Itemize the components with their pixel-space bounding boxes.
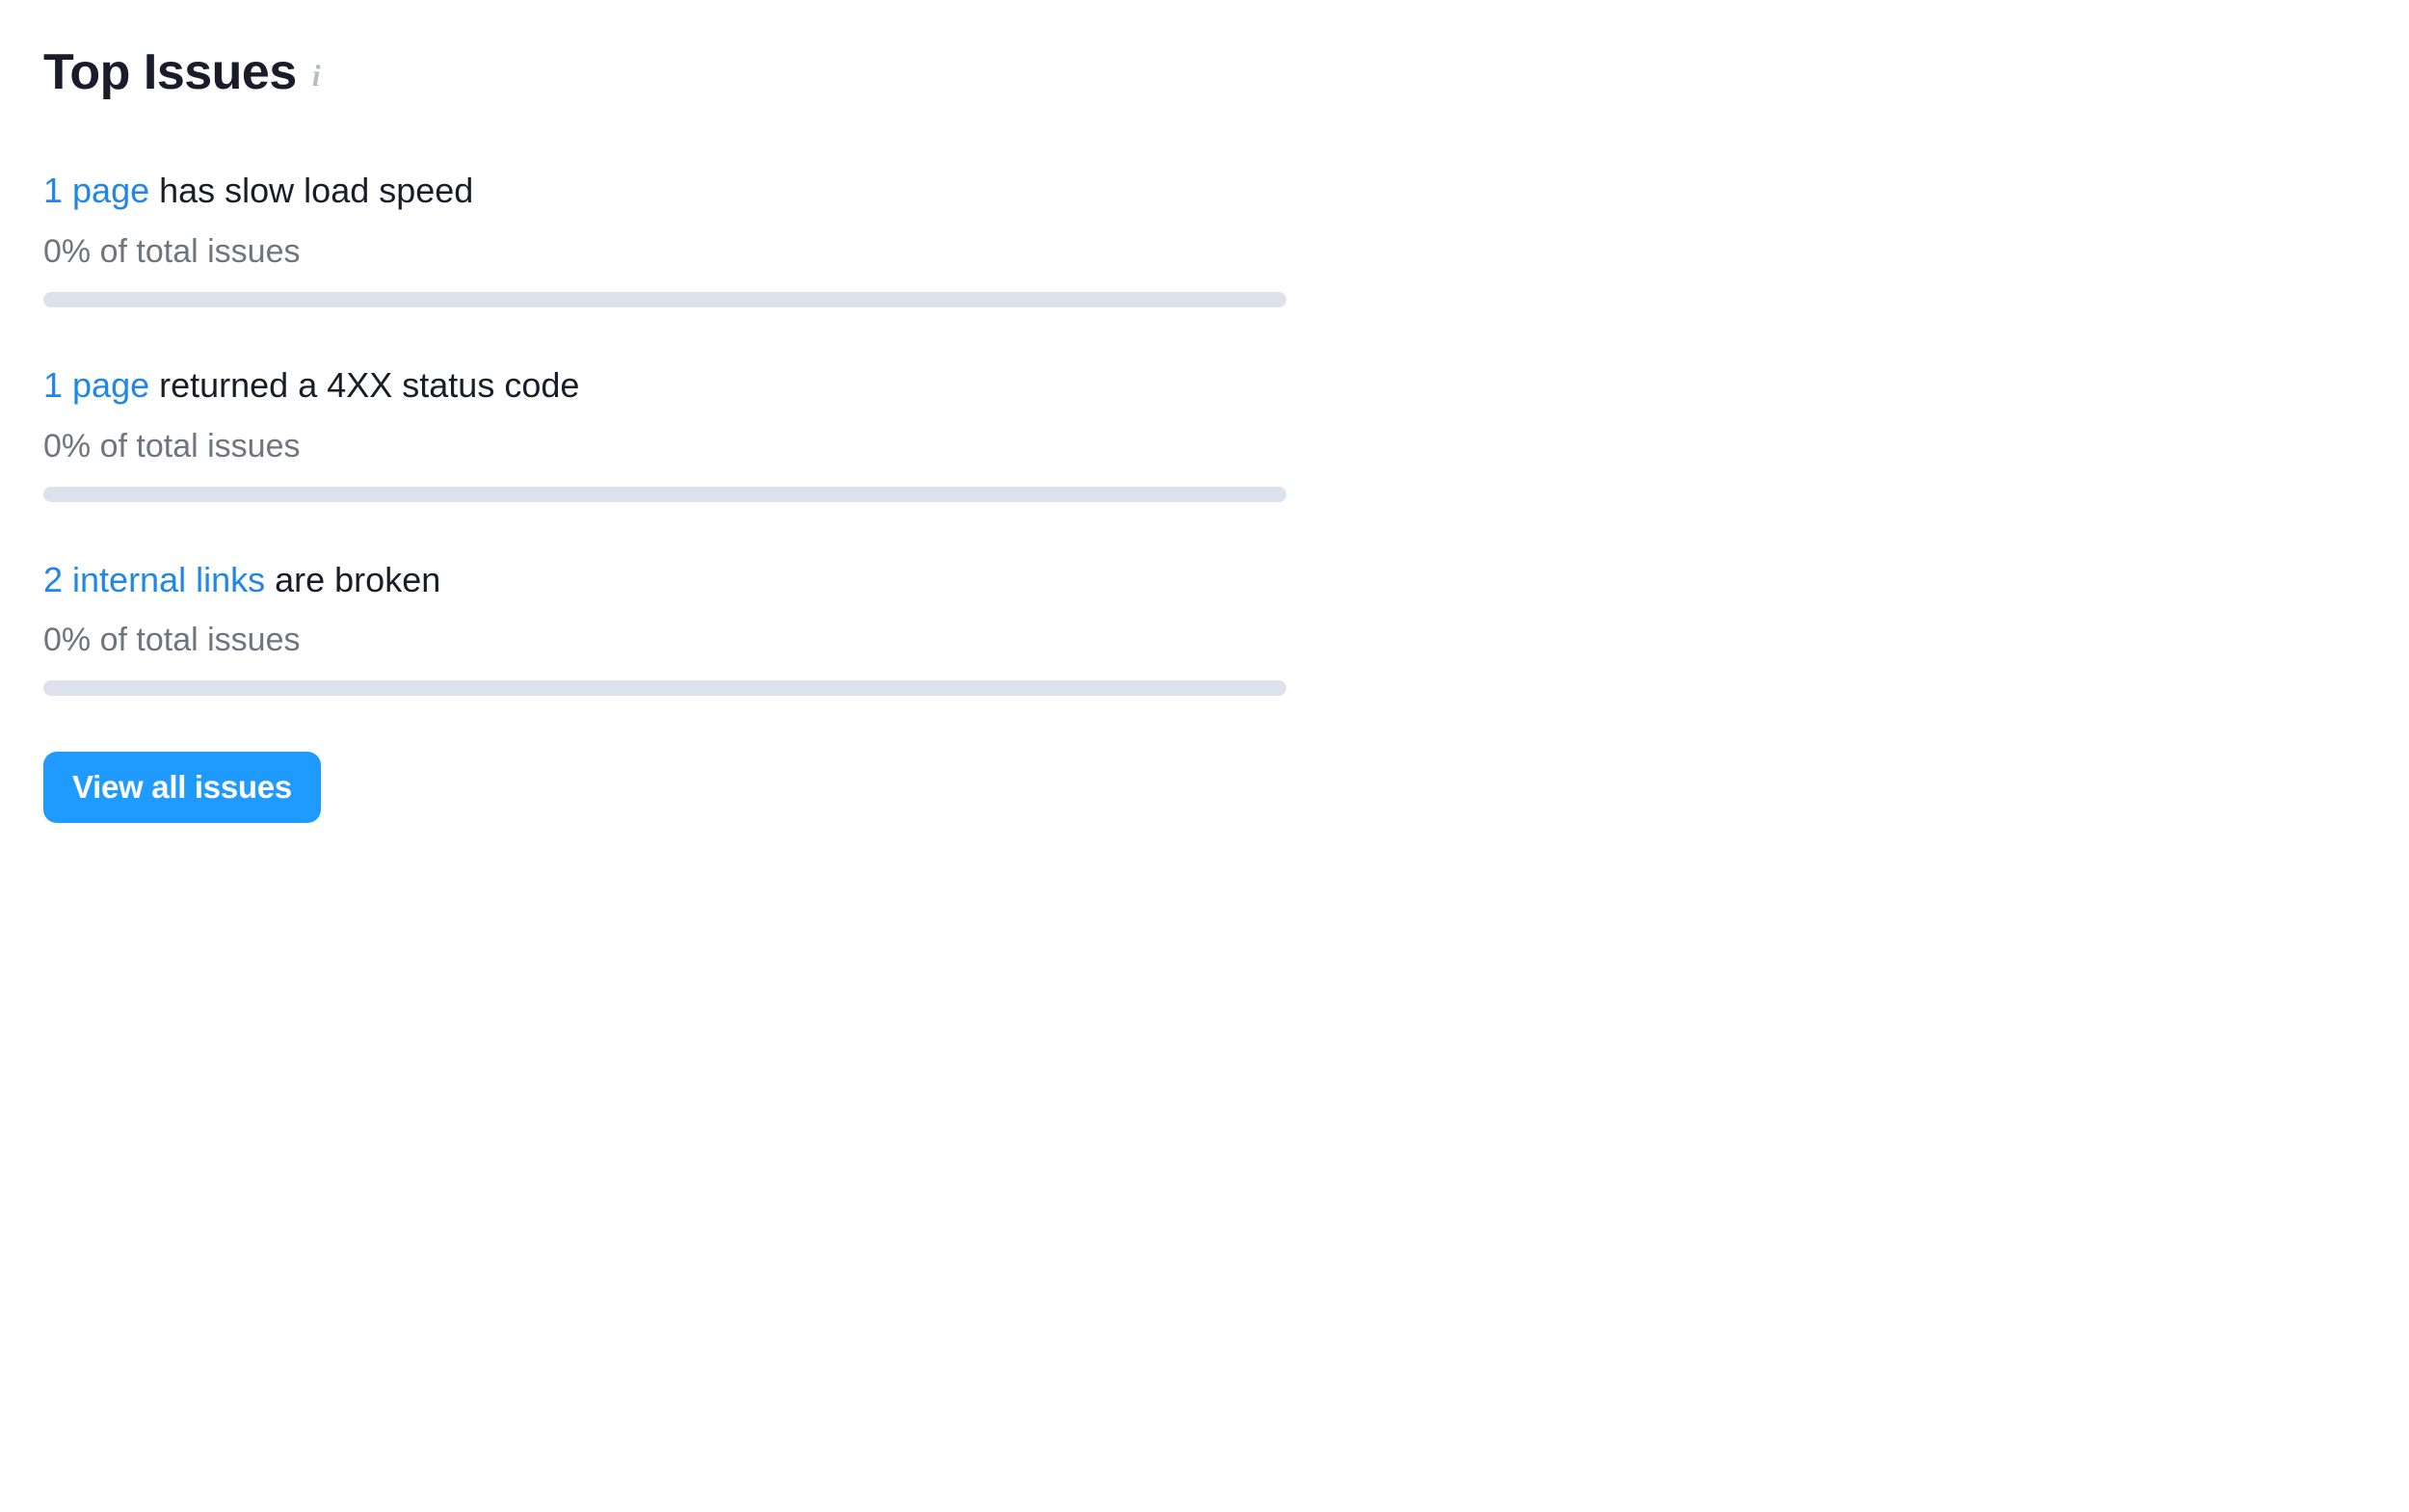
issue-link[interactable]: 1 page xyxy=(43,171,149,210)
issue-link[interactable]: 2 internal links xyxy=(43,560,265,599)
issue-item: 2 internal links are broken 0% of total … xyxy=(43,558,1286,697)
issue-description: returned a 4XX status code xyxy=(149,365,579,405)
issue-link[interactable]: 1 page xyxy=(43,365,149,405)
issue-percent: 0% of total issues xyxy=(43,233,1286,271)
progress-bar xyxy=(43,487,1286,502)
top-issues-panel: Top Issues i 1 page has slow load speed … xyxy=(43,43,1286,823)
panel-title: Top Issues xyxy=(43,43,297,101)
issue-description-line: 1 page has slow load speed xyxy=(43,169,1286,214)
progress-bar xyxy=(43,292,1286,307)
panel-header: Top Issues i xyxy=(43,43,1286,101)
issue-item: 1 page has slow load speed 0% of total i… xyxy=(43,169,1286,307)
issue-percent: 0% of total issues xyxy=(43,622,1286,659)
issue-description-line: 1 page returned a 4XX status code xyxy=(43,363,1286,409)
info-icon[interactable]: i xyxy=(312,54,321,91)
issue-description: has slow load speed xyxy=(149,171,473,210)
progress-bar xyxy=(43,680,1286,696)
view-all-issues-button[interactable]: View all issues xyxy=(43,752,321,823)
issue-item: 1 page returned a 4XX status code 0% of … xyxy=(43,363,1286,502)
issue-description: are broken xyxy=(265,560,440,599)
issue-description-line: 2 internal links are broken xyxy=(43,558,1286,603)
issue-percent: 0% of total issues xyxy=(43,428,1286,465)
